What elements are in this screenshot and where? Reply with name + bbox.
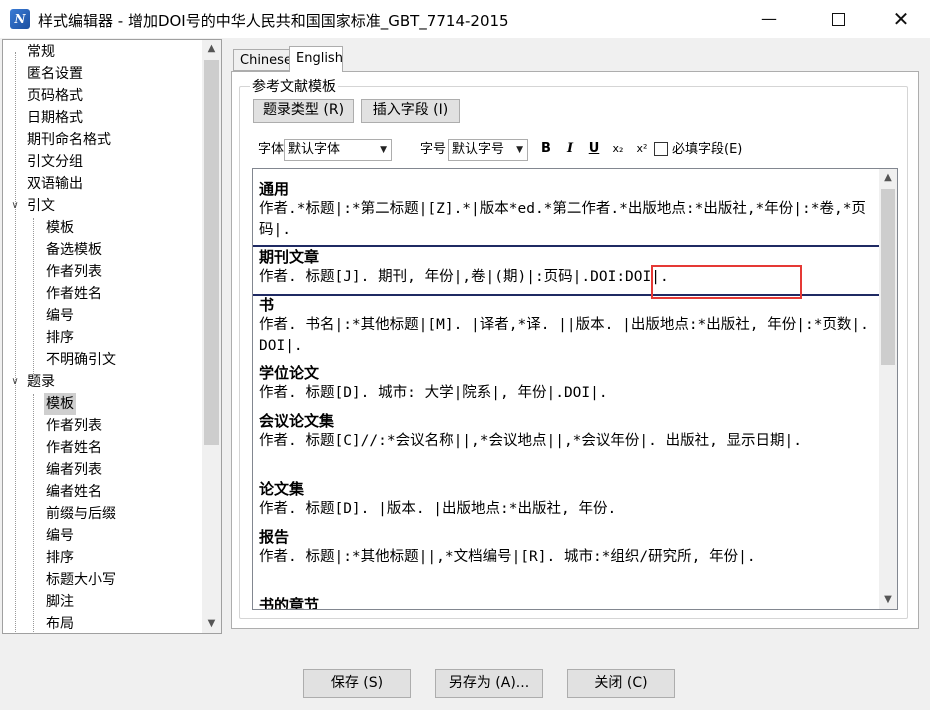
ref-type-button[interactable]: 题录类型 (R) — [253, 99, 354, 123]
tree-connector — [15, 52, 16, 632]
underline-button[interactable]: U — [586, 140, 602, 158]
scroll-down-icon[interactable]: ▼ — [202, 615, 221, 633]
tree-item-alt-template[interactable]: 备选模板 — [44, 239, 104, 261]
block-template[interactable]: 作者. 书名|:*其他标题|[M]. |译者,*译. ||版本. |出版地点:*… — [259, 315, 877, 357]
bold-button[interactable]: B — [538, 140, 554, 158]
window-title: 样式编辑器 - 增加DOI号的中华人民共和国国家标准_GBT_7714-2015 — [38, 12, 509, 30]
block-template[interactable]: 作者. 标题[C]//:*会议名称||,*会议地点||,*会议年份|. 出版社,… — [259, 431, 877, 452]
subscript-button[interactable]: x₂ — [610, 140, 626, 158]
size-value: 默认字号 — [452, 142, 505, 157]
insert-field-button[interactable]: 插入字段 (I) — [361, 99, 460, 123]
block-template[interactable]: 作者. 标题|:*其他标题||,*文档编号|[R]. 城市:*组织/研究所, 年… — [259, 547, 877, 568]
block-heading: 论文集 — [259, 480, 305, 498]
tab-english[interactable]: English — [289, 46, 343, 72]
chevron-down-icon[interactable]: ∨ — [9, 195, 21, 217]
close-window-button[interactable]: ✕ — [878, 0, 924, 38]
tree-item-citations[interactable]: 引文 — [25, 195, 57, 217]
scroll-up-icon[interactable]: ▲ — [879, 169, 897, 187]
dropdown-arrow-icon: ▼ — [516, 145, 523, 155]
tree-item-citation-author-name[interactable]: 作者姓名 — [44, 283, 104, 305]
template-block[interactable]: 书的章节 — [259, 595, 877, 610]
tree-item-bib-sort[interactable]: 排序 — [44, 547, 76, 569]
dropdown-arrow-icon: ▼ — [380, 145, 387, 155]
minimize-button[interactable]: — — [746, 0, 792, 38]
tree-item-prefix-suffix[interactable]: 前缀与后缀 — [44, 503, 118, 525]
block-heading: 期刊文章 — [259, 248, 320, 266]
tree-item-bilingual[interactable]: 双语输出 — [25, 173, 85, 195]
block-template[interactable]: 作者.*标题|:*第二标题|[Z].*|版本*ed.*第二作者.*出版地点:*出… — [259, 199, 877, 241]
tree-item-date-format[interactable]: 日期格式 — [25, 107, 85, 129]
superscript-button[interactable]: x² — [634, 140, 650, 158]
app-icon: N — [10, 9, 30, 29]
tree-item-bib-template[interactable]: 模板 — [44, 393, 76, 415]
tree-item-citation-author-list[interactable]: 作者列表 — [44, 261, 104, 283]
tab-chinese[interactable]: Chinese — [233, 49, 292, 71]
maximize-icon — [831, 13, 845, 26]
block-template[interactable]: 作者. 标题[D]. 城市: 大学|院系|, 年份|.DOI|. — [259, 383, 877, 404]
template-block[interactable]: 报告 作者. 标题|:*其他标题||,*文档编号|[R]. 城市:*组织/研究所… — [259, 527, 877, 568]
tree-item-bibliography[interactable]: 题录 — [25, 371, 57, 393]
title-bar: N 样式编辑器 - 增加DOI号的中华人民共和国国家标准_GBT_7714-20… — [0, 0, 930, 38]
tree-item-general[interactable]: 常规 — [25, 41, 57, 63]
template-block[interactable]: 学位论文 作者. 标题[D]. 城市: 大学|院系|, 年份|.DOI|. — [259, 363, 877, 404]
scroll-down-icon[interactable]: ▼ — [879, 591, 897, 609]
block-heading: 通用 — [259, 180, 290, 198]
tree-connector — [33, 218, 34, 374]
tree-scrollbar[interactable]: ▲ ▼ — [202, 40, 221, 633]
tree-item-citation-sort[interactable]: 排序 — [44, 327, 76, 349]
settings-tree[interactable]: 常规 匿名设置 页码格式 日期格式 期刊命名格式 引文分组 双语输出 ∨ 引文 … — [2, 39, 222, 634]
template-block[interactable]: 通用 作者.*标题|:*第二标题|[Z].*|版本*ed.*第二作者.*出版地点… — [259, 179, 877, 241]
block-heading: 书的章节 — [259, 596, 320, 610]
size-select[interactable]: 默认字号 ▼ — [448, 139, 528, 161]
template-editor[interactable]: 通用 作者.*标题|:*第二标题|[Z].*|版本*ed.*第二作者.*出版地点… — [252, 168, 898, 610]
block-heading: 学位论文 — [259, 364, 320, 382]
font-select[interactable]: 默认字体 ▼ — [284, 139, 392, 161]
tree-item-bib-author-list[interactable]: 作者列表 — [44, 415, 104, 437]
scroll-up-icon[interactable]: ▲ — [202, 40, 221, 58]
editor-scrollbar[interactable]: ▲ ▼ — [879, 169, 897, 609]
save-as-button[interactable]: 另存为 (A)... — [435, 669, 543, 698]
tree-item-editor-name[interactable]: 编者姓名 — [44, 481, 104, 503]
block-heading: 报告 — [259, 528, 290, 546]
tree-scroll-thumb[interactable] — [204, 60, 219, 445]
highlight-box — [651, 265, 802, 299]
required-field-label: 必填字段(E) — [672, 142, 743, 157]
tree-item-editor-list[interactable]: 编者列表 — [44, 459, 104, 481]
required-field-checkbox[interactable] — [654, 142, 668, 156]
save-button[interactable]: 保存 (S) — [303, 669, 411, 698]
template-block[interactable]: 论文集 作者. 标题[D]. |版本. |出版地点:*出版社, 年份. — [259, 479, 877, 520]
tree-item-title-case[interactable]: 标题大小写 — [44, 569, 118, 591]
tree-item-footnotes[interactable]: 脚注 — [44, 591, 76, 613]
editor-scroll-thumb[interactable] — [881, 189, 895, 365]
tree-connector — [33, 394, 34, 633]
tree-item-citation-groups[interactable]: 引文分组 — [25, 151, 85, 173]
chevron-down-icon[interactable]: ∨ — [9, 371, 21, 393]
group-label: 参考文献模板 — [250, 76, 338, 96]
tree-item-bib-author-name[interactable]: 作者姓名 — [44, 437, 104, 459]
block-heading: 会议论文集 — [259, 412, 335, 430]
maximize-button[interactable] — [815, 0, 861, 38]
tree-item-layout[interactable]: 布局 — [44, 613, 76, 633]
font-value: 默认字体 — [288, 142, 341, 157]
italic-button[interactable]: I — [562, 140, 578, 158]
tree-item-anonymous[interactable]: 匿名设置 — [25, 63, 85, 85]
block-template[interactable]: 作者. 标题[D]. |版本. |出版地点:*出版社, 年份. — [259, 499, 877, 520]
tree-item-citation-template[interactable]: 模板 — [44, 217, 76, 239]
tree-item-page-format[interactable]: 页码格式 — [25, 85, 85, 107]
template-block[interactable]: 书 作者. 书名|:*其他标题|[M]. |译者,*译. ||版本. |出版地点… — [259, 295, 877, 357]
tree-item-ambiguous[interactable]: 不明确引文 — [44, 349, 118, 371]
template-block[interactable]: 会议论文集 作者. 标题[C]//:*会议名称||,*会议地点||,*会议年份|… — [259, 411, 877, 452]
tree-item-bib-numbering[interactable]: 编号 — [44, 525, 76, 547]
size-label: 字号 — [420, 142, 447, 157]
tree-item-journal-names[interactable]: 期刊命名格式 — [25, 129, 113, 151]
close-button[interactable]: 关闭 (C) — [567, 669, 675, 698]
font-label: 字体 — [258, 142, 285, 157]
tree-item-citation-numbering[interactable]: 编号 — [44, 305, 76, 327]
